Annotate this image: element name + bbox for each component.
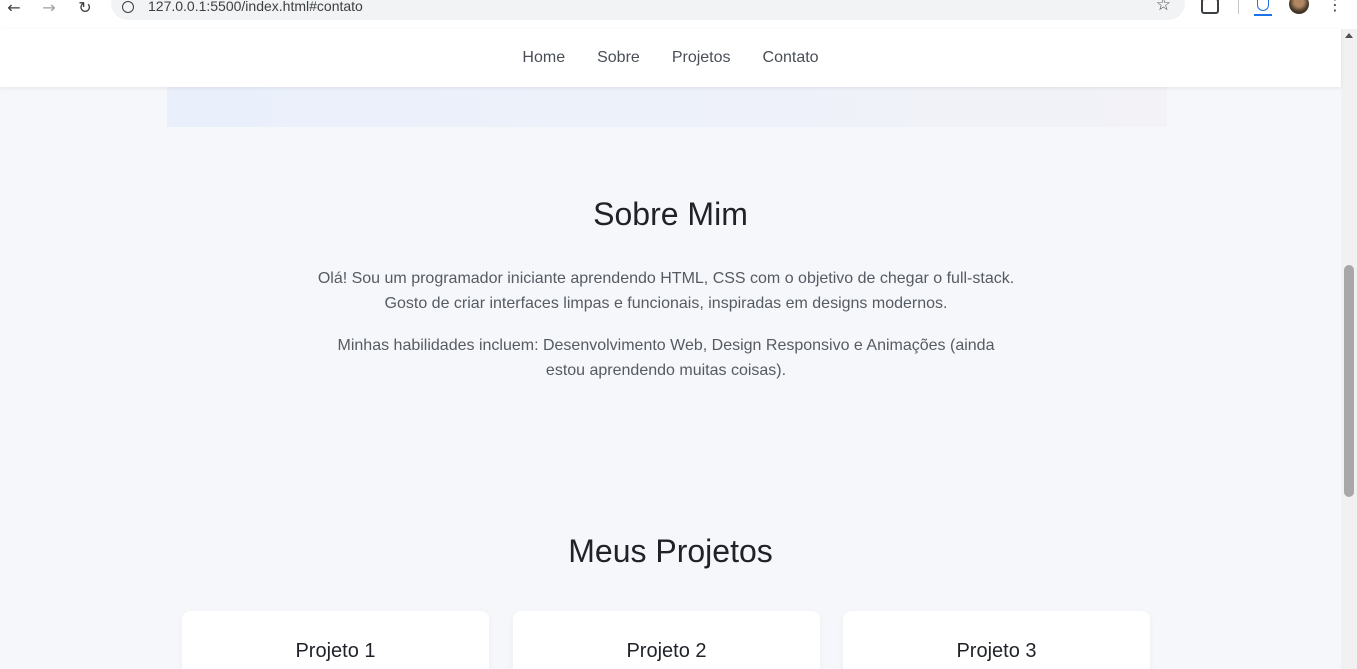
scrollbar-thumb[interactable] <box>1344 265 1354 497</box>
project-card[interactable]: Projeto 1 <box>182 611 489 669</box>
back-arrow-icon[interactable]: ← <box>2 0 26 17</box>
nav-link-contato[interactable]: Contato <box>763 49 819 67</box>
nav-link-projetos[interactable]: Projetos <box>672 49 731 67</box>
project-card-title: Projeto 3 <box>956 640 1037 662</box>
kebab-menu-icon[interactable]: ⋮ <box>1327 0 1343 14</box>
about-paragraph-2: Minhas habilidades incluem: Desenvolvime… <box>337 337 995 379</box>
hero-section <box>167 87 1167 127</box>
star-icon[interactable]: ☆ <box>1156 0 1171 14</box>
avatar[interactable] <box>1289 0 1309 14</box>
project-card-title: Projeto 1 <box>295 640 376 662</box>
browser-toolbar: ← → ↻ 127.0.0.1:5500/index.html#contato … <box>0 0 1357 29</box>
reload-icon[interactable]: ↻ <box>73 0 97 17</box>
main-nav: Home Sobre Projetos Contato <box>0 29 1341 87</box>
nav-link-sobre[interactable]: Sobre <box>597 49 640 67</box>
about-paragraph-1-line-2: Gosto de criar interfaces limpas e funci… <box>384 295 948 312</box>
download-icon[interactable] <box>1252 0 1274 18</box>
scroll-up-arrow-icon[interactable] <box>1345 33 1353 38</box>
puzzle-icon[interactable] <box>1201 0 1219 14</box>
toolbar-divider <box>1238 0 1239 14</box>
project-card[interactable]: Projeto 3 <box>843 611 1150 669</box>
project-card-title: Projeto 2 <box>626 640 707 662</box>
forward-arrow-icon[interactable]: → <box>37 0 61 17</box>
nav-link-home[interactable]: Home <box>522 49 565 67</box>
site-header: Home Sobre Projetos Contato <box>0 29 1341 87</box>
project-card[interactable]: Projeto 2 <box>513 611 820 669</box>
url-text[interactable]: 127.0.0.1:5500/index.html#contato <box>148 0 363 13</box>
about-paragraph-1-line-1: Olá! Sou um programador iniciante aprend… <box>317 270 1015 287</box>
about-paragraph-1: Olá! Sou um programador iniciante aprend… <box>316 266 1016 316</box>
projects-title: Meus Projetos <box>568 533 773 569</box>
address-bar[interactable]: 127.0.0.1:5500/index.html#contato ☆ <box>111 0 1185 20</box>
site-info-icon[interactable] <box>121 0 135 14</box>
about-title: Sobre Mim <box>593 196 748 232</box>
